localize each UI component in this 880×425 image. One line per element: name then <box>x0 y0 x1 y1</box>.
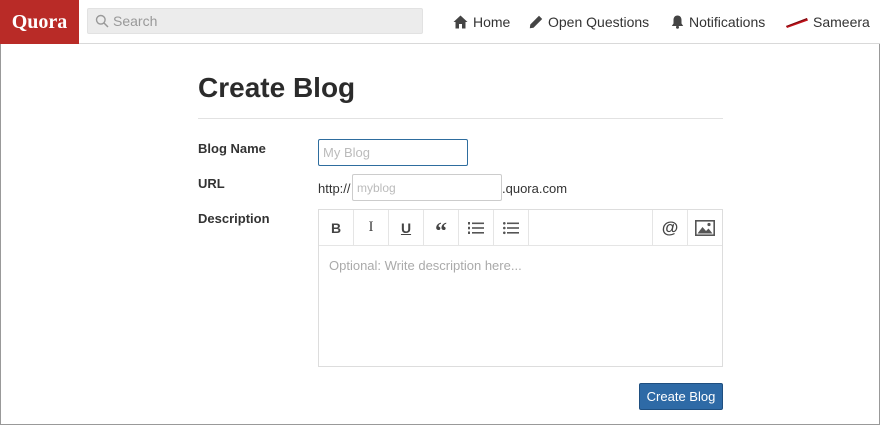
underline-button-label: U <box>400 219 412 236</box>
bell-icon <box>671 15 684 29</box>
image-icon <box>695 219 715 236</box>
italic-button[interactable]: I <box>354 210 389 245</box>
home-icon <box>453 15 468 29</box>
underline-button[interactable]: U <box>389 210 424 245</box>
blog-name-label: Blog Name <box>198 141 266 156</box>
nav-open-questions[interactable]: Open Questions <box>529 0 649 44</box>
image-button[interactable] <box>687 210 722 245</box>
description-textarea[interactable] <box>319 246 722 366</box>
bold-button-label: B <box>330 219 342 236</box>
description-editor: B I U “ @ Optional: Write description he… <box>318 209 723 367</box>
search-box[interactable] <box>87 8 423 34</box>
editor-toolbar: B I U “ @ <box>319 210 722 246</box>
pencil-icon <box>529 15 543 29</box>
nav-home-label: Home <box>473 14 511 30</box>
url-suffix: .quora.com <box>502 181 568 196</box>
quote-button-label: “ <box>435 219 447 245</box>
mention-button-label: @ <box>661 217 679 237</box>
blog-name-input[interactable] <box>318 139 468 166</box>
nav-profile[interactable]: Sameera <box>786 0 870 44</box>
nav-notifications-label: Notifications <box>689 14 766 30</box>
title-divider <box>198 118 723 119</box>
bullet-list-button[interactable] <box>494 210 529 245</box>
bold-button[interactable]: B <box>319 210 354 245</box>
description-label: Description <box>198 211 270 226</box>
mention-button[interactable]: @ <box>652 210 687 245</box>
numbered-list-button[interactable] <box>459 210 494 245</box>
search-input[interactable] <box>113 12 413 30</box>
nav-home[interactable]: Home <box>453 0 510 44</box>
italic-button-label: I <box>368 219 374 235</box>
url-input[interactable] <box>352 174 502 201</box>
page-title: Create Blog <box>198 72 356 103</box>
nav-notifications[interactable]: Notifications <box>671 0 765 44</box>
quote-button[interactable]: “ <box>424 210 459 245</box>
url-prefix: http:// <box>318 181 351 196</box>
create-blog-button[interactable]: Create Blog <box>639 383 723 410</box>
nav-profile-label: Sameera <box>813 14 870 30</box>
quora-logo[interactable]: Quora <box>0 0 79 44</box>
search-icon <box>95 14 109 28</box>
top-navigation-bar: Quora Home Open Questions Notifications … <box>0 0 880 44</box>
nav-open-questions-label: Open Questions <box>548 14 650 30</box>
bullet-list-icon <box>503 221 519 234</box>
avatar <box>786 18 808 28</box>
numbered-list-icon <box>468 221 484 234</box>
url-label: URL <box>198 176 225 191</box>
